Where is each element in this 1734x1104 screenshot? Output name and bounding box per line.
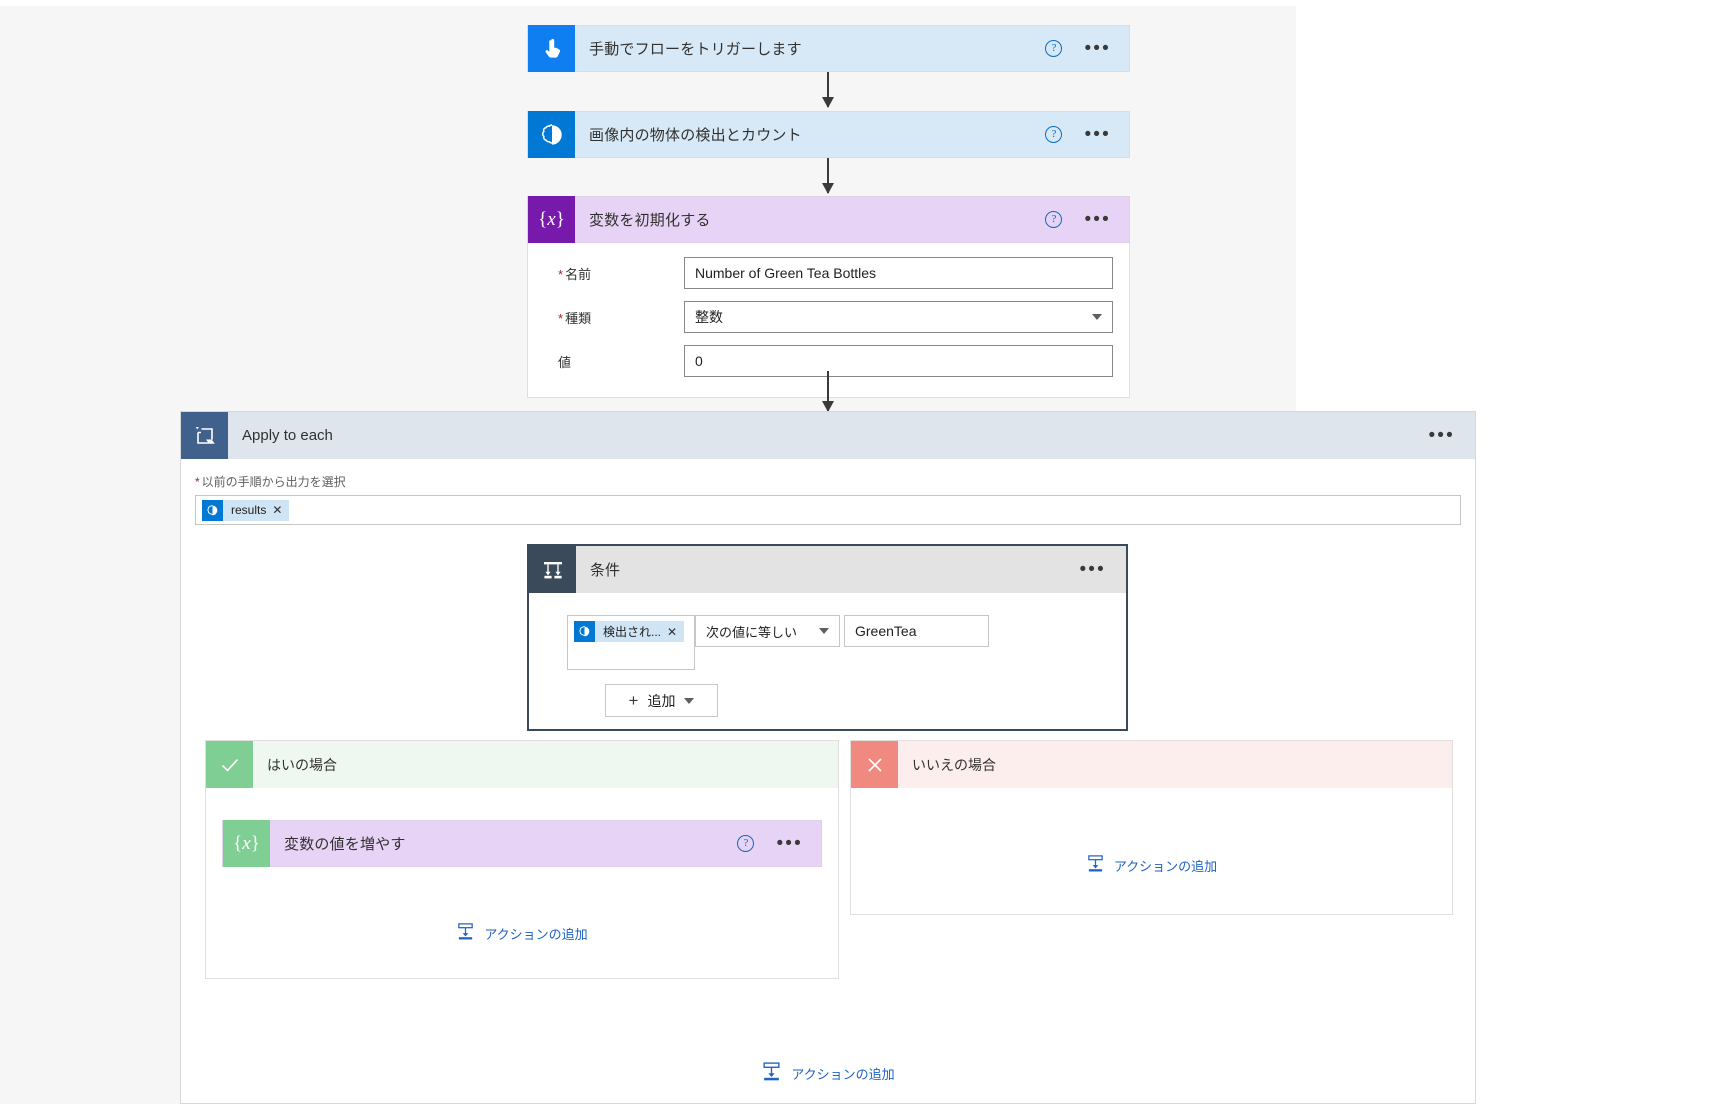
increment-variable-title: 変数の値を増やす: [284, 836, 406, 853]
add-action-icon: [1086, 854, 1105, 876]
variable-type-select[interactable]: 整数: [684, 301, 1113, 333]
condition-operand-input[interactable]: 検出され... ✕: [567, 615, 695, 670]
increment-variable-card[interactable]: {x} 変数の値を増やす ? •••: [222, 820, 822, 867]
add-action-icon: [456, 922, 475, 944]
select-output-label: * 以前の手順から出力を選択: [195, 475, 346, 489]
overflow-menu-icon[interactable]: •••: [1428, 426, 1475, 445]
required-marker: *: [195, 475, 200, 489]
initialize-variable-title: 変数を初期化する: [589, 212, 711, 229]
trigger-title: 手動でフローをトリガーします: [589, 41, 802, 58]
close-icon[interactable]: ✕: [667, 625, 684, 639]
detect-objects-card-header[interactable]: 画像内の物体の検出とカウント ? •••: [527, 111, 1130, 158]
chevron-down-icon: [1092, 314, 1102, 320]
flow-designer-canvas: 手動でフローをトリガーします ? ••• 画像内の物体の検出とカウント ? ••…: [0, 0, 1734, 1104]
variable-type-value: 整数: [695, 309, 723, 325]
yes-branch-add-action-label: アクションの追加: [484, 926, 588, 942]
trigger-header-actions: ? •••: [1045, 39, 1129, 58]
no-branch-add-action[interactable]: アクションの追加: [851, 854, 1452, 876]
detected-token[interactable]: 検出され... ✕: [574, 621, 685, 642]
help-icon[interactable]: ?: [1045, 40, 1063, 57]
connector-arrow-2: [822, 158, 834, 194]
overflow-menu-icon[interactable]: •••: [1084, 210, 1111, 229]
add-condition-label: 追加: [647, 692, 676, 709]
ai-builder-icon: [574, 621, 595, 642]
chevron-down-icon: [684, 697, 695, 704]
variable-icon: {x}: [528, 196, 575, 243]
required-marker: *: [558, 310, 564, 326]
condition-header[interactable]: 条件 •••: [529, 546, 1126, 593]
condition-operator-value: 次の値に等しい: [706, 624, 798, 640]
detect-objects-card[interactable]: 画像内の物体の検出とカウント ? •••: [527, 111, 1130, 158]
loop-add-action-label: アクションの追加: [791, 1066, 895, 1082]
variable-icon: {x}: [223, 820, 270, 867]
apply-to-each-header[interactable]: Apply to each •••: [181, 412, 1475, 459]
condition-value-input[interactable]: GreenTea: [844, 615, 989, 647]
select-output-input[interactable]: results ✕: [195, 495, 1461, 525]
variable-value-input[interactable]: 0: [684, 345, 1113, 377]
detected-token-label: 検出され...: [603, 625, 662, 639]
no-branch[interactable]: いいえの場合 アクションの追加: [850, 740, 1453, 915]
detect-objects-title: 画像内の物体の検出とカウント: [589, 127, 802, 144]
detect-objects-header-actions: ? •••: [1045, 125, 1129, 144]
variable-name-label: * 名前: [558, 266, 592, 282]
chevron-down-icon: [819, 628, 829, 634]
variable-type-label: * 種類: [558, 310, 592, 326]
variable-name-row: * 名前 Number of Green Tea Bottles: [544, 257, 1113, 289]
ai-builder-icon: [202, 499, 223, 521]
trigger-card-header[interactable]: 手動でフローをトリガーします ? •••: [527, 25, 1130, 72]
yes-branch-title: はいの場合: [267, 756, 337, 773]
required-marker: *: [558, 266, 564, 282]
connector-arrow-1: [822, 72, 834, 108]
condition-operator-select[interactable]: 次の値に等しい: [695, 615, 840, 647]
no-branch-header: いいえの場合: [851, 741, 1452, 788]
checkmark-icon: [206, 741, 253, 788]
no-branch-add-action-label: アクションの追加: [1113, 858, 1218, 874]
add-action-icon: [761, 1061, 782, 1085]
initialize-variable-card-header[interactable]: {x} 変数を初期化する ? •••: [527, 196, 1130, 243]
loop-add-action[interactable]: アクションの追加: [181, 1061, 1475, 1085]
results-token[interactable]: results ✕: [202, 499, 290, 521]
overflow-menu-icon[interactable]: •••: [1084, 125, 1111, 144]
trigger-card[interactable]: 手動でフローをトリガーします ? •••: [527, 25, 1130, 72]
connector-arrow-3: [822, 371, 834, 412]
condition-card[interactable]: 条件 ••• 検出され... ✕ 次の値に等しい GreenTea + 追加: [527, 544, 1128, 731]
condition-icon: [529, 546, 576, 593]
ai-builder-icon: [528, 111, 575, 158]
condition-row: 検出され... ✕ 次の値に等しい GreenTea: [567, 615, 1126, 670]
overflow-menu-icon[interactable]: •••: [776, 834, 803, 853]
yes-branch-add-action[interactable]: アクションの追加: [206, 922, 838, 944]
help-icon[interactable]: ?: [737, 835, 755, 852]
apply-to-each-scope[interactable]: Apply to each ••• * 以前の手順から出力を選択 results …: [180, 411, 1476, 1104]
loop-icon: [181, 412, 228, 459]
increment-variable-header[interactable]: {x} 変数の値を増やす ? •••: [222, 820, 822, 867]
initialize-variable-header-actions: ? •••: [1045, 210, 1129, 229]
close-icon[interactable]: ✕: [272, 503, 289, 517]
variable-value-label: 値: [558, 354, 572, 370]
initialize-variable-card[interactable]: {x} 変数を初期化する ? ••• * 名前 Number of Green T…: [527, 196, 1130, 398]
condition-body: 検出され... ✕ 次の値に等しい GreenTea + 追加: [529, 593, 1126, 739]
variable-type-row: * 種類 整数: [544, 301, 1113, 333]
cross-icon: [851, 741, 898, 788]
plus-icon: +: [628, 690, 639, 710]
yes-branch[interactable]: はいの場合 {x} 変数の値を増やす ? ••• アクションの追加: [205, 740, 839, 979]
overflow-menu-icon[interactable]: •••: [1084, 39, 1111, 58]
increment-variable-header-actions: ? •••: [737, 834, 821, 853]
no-branch-title: いいえの場合: [912, 756, 996, 773]
variable-name-input[interactable]: Number of Green Tea Bottles: [684, 257, 1113, 289]
overflow-menu-icon[interactable]: •••: [1079, 560, 1126, 579]
yes-branch-header: はいの場合: [206, 741, 838, 788]
results-token-label: results: [231, 503, 267, 517]
apply-to-each-body: * 以前の手順から出力を選択 results ✕: [181, 459, 1475, 525]
manual-trigger-icon: [528, 25, 575, 72]
help-icon[interactable]: ?: [1045, 211, 1063, 228]
condition-title: 条件: [590, 562, 621, 579]
apply-to-each-title: Apply to each: [242, 427, 333, 444]
help-icon[interactable]: ?: [1045, 126, 1063, 143]
add-condition-button[interactable]: + 追加: [605, 684, 718, 717]
